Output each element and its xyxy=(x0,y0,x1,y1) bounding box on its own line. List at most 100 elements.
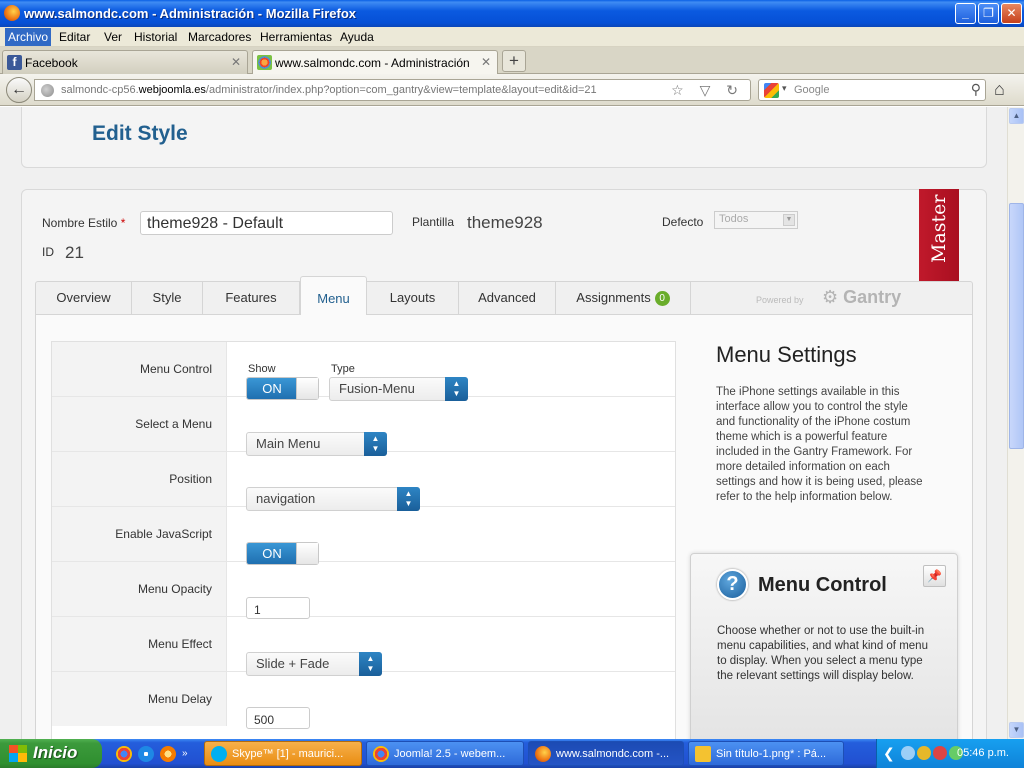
internet-explorer-icon[interactable] xyxy=(138,746,154,762)
security-icon[interactable] xyxy=(917,746,931,760)
menu-select[interactable]: Main Menu ▲ ▼ xyxy=(246,432,387,456)
tab-advanced[interactable]: Advanced xyxy=(459,282,556,315)
row-opacity: Menu Opacity xyxy=(52,562,675,617)
antivirus-icon[interactable] xyxy=(933,746,947,760)
tab-features[interactable]: Features xyxy=(203,282,300,315)
tab-menu[interactable]: Menu xyxy=(300,276,367,316)
tab-layouts[interactable]: Layouts xyxy=(367,282,459,315)
new-tab-button[interactable]: + xyxy=(502,50,526,72)
window-title: www.salmondc.com - Administración - Mozi… xyxy=(24,6,357,21)
network-icon[interactable] xyxy=(901,746,915,760)
url-text: salmondc-cp56.webjoomla.es/administrator… xyxy=(61,84,597,96)
template-label: Plantilla xyxy=(412,215,455,229)
taskbar-item-firefox[interactable]: www.salmondc.com -... xyxy=(528,741,684,766)
joomla-icon xyxy=(257,55,272,70)
help-title: Menu Control xyxy=(758,574,887,596)
id-label: ID xyxy=(42,245,54,259)
select-menu-label: Select a Menu xyxy=(135,417,212,431)
menu-archivo[interactable]: Archivo xyxy=(5,28,52,46)
menu-historial[interactable]: Historial xyxy=(134,30,177,44)
skype-icon xyxy=(211,746,227,762)
scrollbar-thumb[interactable] xyxy=(1009,203,1024,449)
menu-ayuda[interactable]: Ayuda xyxy=(340,30,374,44)
taskbar-item-fireworks[interactable]: Sin título-1.png* : Pá... xyxy=(688,741,844,766)
enable-js-label: Enable JavaScript xyxy=(115,527,212,541)
powered-by-label: Powered by xyxy=(756,295,804,305)
search-icon[interactable]: ⚲ xyxy=(971,81,981,98)
style-name-input[interactable]: theme928 - Default xyxy=(140,211,393,235)
menu-control-label: Menu Control xyxy=(139,362,212,376)
url-bar[interactable]: salmondc-cp56.webjoomla.es/administrator… xyxy=(34,79,751,101)
page-title: Edit Style xyxy=(92,122,188,145)
window-titlebar: www.salmondc.com - Administración - Mozi… xyxy=(0,0,1024,27)
opacity-input[interactable]: 1 xyxy=(246,597,310,619)
chevron-right-icon[interactable]: » xyxy=(182,749,192,759)
close-icon[interactable]: ✕ xyxy=(481,55,491,69)
menu-settings-title: Menu Settings xyxy=(716,342,857,367)
menu-bar: Archivo Editar Ver Historial Marcadores … xyxy=(0,27,1024,47)
select-arrows-icon: ▲ ▼ xyxy=(364,432,387,456)
messenger-icon[interactable] xyxy=(160,746,176,762)
tab-facebook[interactable]: f Facebook ✕ xyxy=(2,50,248,74)
chrome-icon[interactable] xyxy=(116,746,132,762)
id-value: 21 xyxy=(65,243,84,262)
scroll-up-arrow-icon[interactable]: ▲ xyxy=(1009,108,1024,124)
chevron-down-icon: ▼ xyxy=(783,214,795,226)
pin-icon[interactable]: 📌 xyxy=(923,565,946,587)
enable-js-toggle[interactable]: ON xyxy=(246,542,319,565)
search-box[interactable]: ▾ Google ⚲ xyxy=(758,79,986,101)
tab-administracion[interactable]: www.salmondc.com - Administración ✕ xyxy=(252,50,498,75)
row-delay: Menu Delay xyxy=(52,672,675,727)
menu-marcadores[interactable]: Marcadores xyxy=(188,30,251,44)
firefox-icon xyxy=(4,5,20,21)
default-select[interactable]: Todos ▼ xyxy=(714,211,798,229)
menu-show-toggle[interactable]: ON xyxy=(246,377,319,400)
position-select[interactable]: navigation ▲ ▼ xyxy=(246,487,420,511)
help-description: Choose whether or not to use the built-i… xyxy=(717,625,928,682)
effect-label: Menu Effect xyxy=(148,637,212,651)
home-icon[interactable]: ⌂ xyxy=(994,79,1005,100)
chevron-left-icon[interactable]: ❮ xyxy=(883,746,897,760)
start-button[interactable]: Inicio xyxy=(0,739,102,768)
globe-icon xyxy=(41,84,54,97)
menu-ver[interactable]: Ver xyxy=(104,30,122,44)
back-button[interactable]: ← xyxy=(6,77,32,103)
taskbar-item-joomla[interactable]: Joomla! 2.5 - webem... xyxy=(366,741,524,766)
tab-assignments[interactable]: Assignments 0 xyxy=(556,282,691,315)
master-ribbon: Master xyxy=(919,189,959,299)
menu-editar[interactable]: Editar xyxy=(59,30,90,44)
windows-taskbar: Inicio » Skype™ [1] - maurici... Joomla!… xyxy=(0,739,1024,768)
opacity-label: Menu Opacity xyxy=(137,582,212,596)
close-button[interactable]: ✕ xyxy=(1001,3,1022,24)
gantry-logo: ⚙ Gantry xyxy=(822,287,902,307)
menu-herramientas[interactable]: Herramientas xyxy=(260,30,332,44)
close-icon[interactable]: ✕ xyxy=(231,55,241,69)
tab-label: www.salmondc.com - Administración xyxy=(275,56,470,70)
delay-input[interactable]: 500 xyxy=(246,707,310,729)
minimize-button[interactable]: _ xyxy=(955,3,976,24)
type-sublabel: Type xyxy=(331,363,355,375)
firefox-icon xyxy=(535,746,551,762)
scroll-down-arrow-icon[interactable]: ▼ xyxy=(1009,722,1024,738)
maximize-button[interactable]: ❐ xyxy=(978,3,999,24)
tab-style[interactable]: Style xyxy=(132,282,203,315)
taskbar-item-skype[interactable]: Skype™ [1] - maurici... xyxy=(204,741,362,766)
select-arrows-icon: ▲ ▼ xyxy=(397,487,420,511)
position-label: Position xyxy=(169,472,212,486)
chrome-icon xyxy=(373,746,389,762)
select-arrows-icon: ▲ ▼ xyxy=(359,652,382,676)
google-icon[interactable] xyxy=(764,83,779,98)
page-viewport: Edit Style Nombre Estilo * theme928 - De… xyxy=(0,107,1007,739)
name-label: Nombre Estilo * xyxy=(42,216,126,230)
delay-label: Menu Delay xyxy=(147,692,212,706)
effect-select[interactable]: Slide + Fade ▲ ▼ xyxy=(246,652,382,676)
tab-overview[interactable]: Overview xyxy=(36,282,132,315)
vertical-scrollbar[interactable]: ▲ ▼ xyxy=(1007,107,1024,739)
assignments-count-badge: 0 xyxy=(654,291,670,306)
chevron-down-icon[interactable]: ▾ xyxy=(782,83,787,94)
clock: 05:46 p.m. xyxy=(957,747,1009,759)
row-enable-js: Enable JavaScript xyxy=(52,507,675,562)
bookmark-star-icon[interactable]: ☆ ▽ ↻ xyxy=(671,82,744,99)
menu-type-select[interactable]: Fusion-Menu ▲ ▼ xyxy=(329,377,468,401)
help-icon: ? xyxy=(717,569,748,600)
